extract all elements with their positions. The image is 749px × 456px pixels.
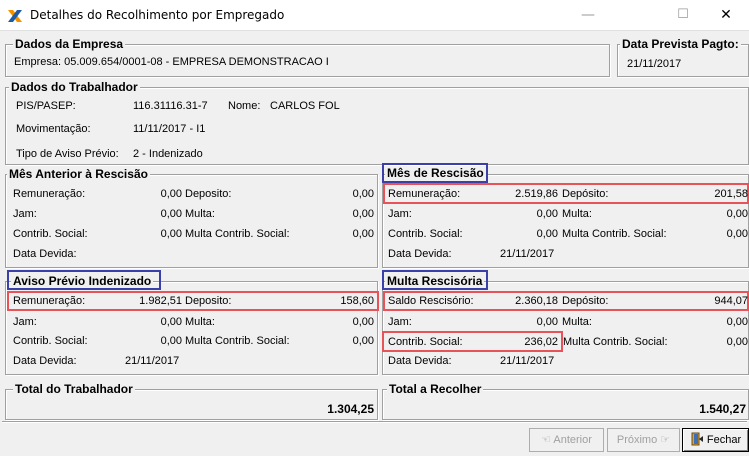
total-trabalhador-value: 1.304,25	[327, 402, 374, 416]
mes-anterior-deposito-label: Deposito:	[185, 188, 232, 200]
aviso-previo-jam-value: 0,00	[160, 316, 182, 328]
multa-rescisoria-saldo-value: 2.360,18	[515, 295, 558, 307]
aviso-previo-remuneracao-value: 1.982,51	[139, 295, 182, 307]
mes-rescisao-multa-label: Multa:	[562, 208, 592, 220]
fechar-button-label: Fechar	[706, 434, 742, 446]
close-window-button[interactable]: ✕	[703, 0, 749, 30]
mes-anterior-contrib-label: Contrib. Social:	[13, 228, 88, 240]
total-trabalhador-title: Total do Trabalhador	[13, 382, 135, 396]
multa-rescisoria-multa-contrib-label: Multa Contrib. Social:	[563, 336, 668, 348]
mes-anterior-deposito-value: 0,00	[352, 188, 374, 200]
total-recolher-value: 1.540,27	[699, 402, 746, 416]
title-bar: Detalhes do Recolhimento por Empregado —…	[0, 0, 749, 31]
mes-anterior-multa-contrib-value: 0,00	[352, 228, 374, 240]
exit-door-icon	[691, 432, 703, 446]
multa-rescisoria-multa-contrib-value: 0,00	[726, 336, 748, 348]
aviso-previo-remuneracao-label: Remuneração:	[13, 295, 86, 307]
total-recolher-title: Total a Recolher	[387, 382, 484, 396]
anterior-button-label: Anterior	[553, 434, 592, 446]
arrow-right-icon: ☞	[660, 434, 671, 446]
multa-rescisoria-multa-value: 0,00	[726, 316, 748, 328]
mes-anterior-contrib-value: 0,00	[160, 228, 182, 240]
multa-rescisoria-data-devida-label: Data Devida:	[388, 355, 452, 367]
tipo-aviso-value: 2 - Indenizado	[133, 148, 203, 160]
multa-rescisoria-contrib-label: Contrib. Social:	[388, 336, 463, 348]
mes-rescisao-contrib-value: 0,00	[536, 228, 558, 240]
nome-value: CARLOS FOL	[270, 100, 340, 112]
mes-rescisao-contrib-label: Contrib. Social:	[388, 228, 463, 240]
mes-anterior-remuneracao-label: Remuneração:	[13, 188, 86, 200]
mes-anterior-multa-label: Multa:	[185, 208, 215, 220]
mes-rescisao-remuneracao-value: 2.519,86	[515, 188, 558, 200]
aviso-previo-multa-label: Multa:	[185, 316, 215, 328]
mes-rescisao-title-highlight	[382, 163, 488, 183]
aviso-previo-title-highlight	[7, 270, 161, 290]
multa-rescisoria-deposito-label: Depósito:	[562, 295, 609, 307]
caixa-logo-icon	[8, 10, 22, 22]
empresa-text: Empresa: 05.009.654/0001-08 - EMPRESA DE…	[14, 56, 329, 68]
aviso-previo-multa-contrib-value: 0,00	[352, 335, 374, 347]
movimentacao-label: Movimentação:	[16, 123, 91, 135]
aviso-previo-deposito-label: Deposito:	[185, 295, 232, 307]
mes-anterior-jam-value: 0,00	[160, 208, 182, 220]
aviso-previo-contrib-label: Contrib. Social:	[13, 335, 88, 347]
window-title: Detalhes do Recolhimento por Empregado	[30, 8, 285, 22]
maximize-button[interactable]: ☐	[660, 0, 706, 30]
mes-rescisao-deposito-value: 201,58	[714, 188, 748, 200]
mes-rescisao-multa-value: 0,00	[726, 208, 748, 220]
mes-rescisao-data-devida-label: Data Devida:	[388, 248, 452, 260]
multa-rescisoria-multa-label: Multa:	[562, 316, 592, 328]
arrow-left-icon: ☜	[541, 434, 551, 446]
aviso-previo-multa-value: 0,00	[352, 316, 374, 328]
mes-anterior-jam-label: Jam:	[13, 208, 37, 220]
proximo-button-label: Próximo	[616, 434, 658, 446]
mes-rescisao-multa-contrib-value: 0,00	[726, 228, 748, 240]
mes-rescisao-deposito-label: Depósito:	[562, 188, 609, 200]
mes-anterior-multa-value: 0,00	[352, 208, 374, 220]
aviso-previo-data-devida-value: 21/11/2017	[125, 355, 180, 367]
trabalhador-title: Dados do Trabalhador	[9, 80, 140, 94]
multa-rescisoria-jam-value: 0,00	[536, 316, 558, 328]
mes-anterior-multa-contrib-label: Multa Contrib. Social:	[185, 228, 290, 240]
data-prevista-title: Data Prevista Pagto:	[620, 37, 741, 51]
pis-value: 116.31116.31-7	[133, 100, 208, 112]
mes-rescisao-jam-label: Jam:	[388, 208, 412, 220]
multa-rescisoria-title-highlight	[382, 270, 488, 290]
aviso-previo-jam-label: Jam:	[13, 316, 37, 328]
aviso-previo-data-devida-label: Data Devida:	[13, 355, 77, 367]
multa-rescisoria-saldo-label: Saldo Rescisório:	[388, 295, 474, 307]
movimentacao-value: 11/11/2017 - I1	[133, 123, 206, 135]
anterior-button[interactable]: ☜ Anterior	[529, 428, 604, 452]
multa-rescisoria-jam-label: Jam:	[388, 316, 412, 328]
aviso-previo-contrib-value: 0,00	[160, 335, 182, 347]
fechar-button[interactable]: Fechar	[682, 428, 749, 452]
mes-rescisao-multa-contrib-label: Multa Contrib. Social:	[562, 228, 667, 240]
tipo-aviso-label: Tipo de Aviso Prévio:	[16, 148, 119, 160]
multa-rescisoria-contrib-value: 236,02	[524, 336, 558, 348]
mes-anterior-remuneracao-value: 0,00	[160, 188, 182, 200]
nome-label: Nome:	[228, 100, 261, 112]
mes-anterior-data-devida-label: Data Devida:	[13, 248, 77, 260]
multa-rescisoria-data-devida-value: 21/11/2017	[500, 355, 555, 367]
proximo-button[interactable]: Próximo ☞	[607, 428, 680, 452]
multa-rescisoria-deposito-value: 944,07	[714, 295, 748, 307]
mes-rescisao-jam-value: 0,00	[536, 208, 558, 220]
mes-rescisao-remuneracao-label: Remuneração:	[388, 188, 461, 200]
mes-rescisao-data-devida-value: 21/11/2017	[500, 248, 555, 260]
data-prevista-value: 21/11/2017	[627, 58, 682, 70]
aviso-previo-multa-contrib-label: Multa Contrib. Social:	[185, 335, 290, 347]
pis-label: PIS/PASEP:	[16, 100, 76, 112]
minimize-button[interactable]: —	[565, 0, 611, 30]
aviso-previo-deposito-value: 158,60	[340, 295, 374, 307]
empresa-title: Dados da Empresa	[13, 37, 126, 51]
mes-anterior-title: Mês Anterior à Rescisão	[7, 167, 150, 181]
